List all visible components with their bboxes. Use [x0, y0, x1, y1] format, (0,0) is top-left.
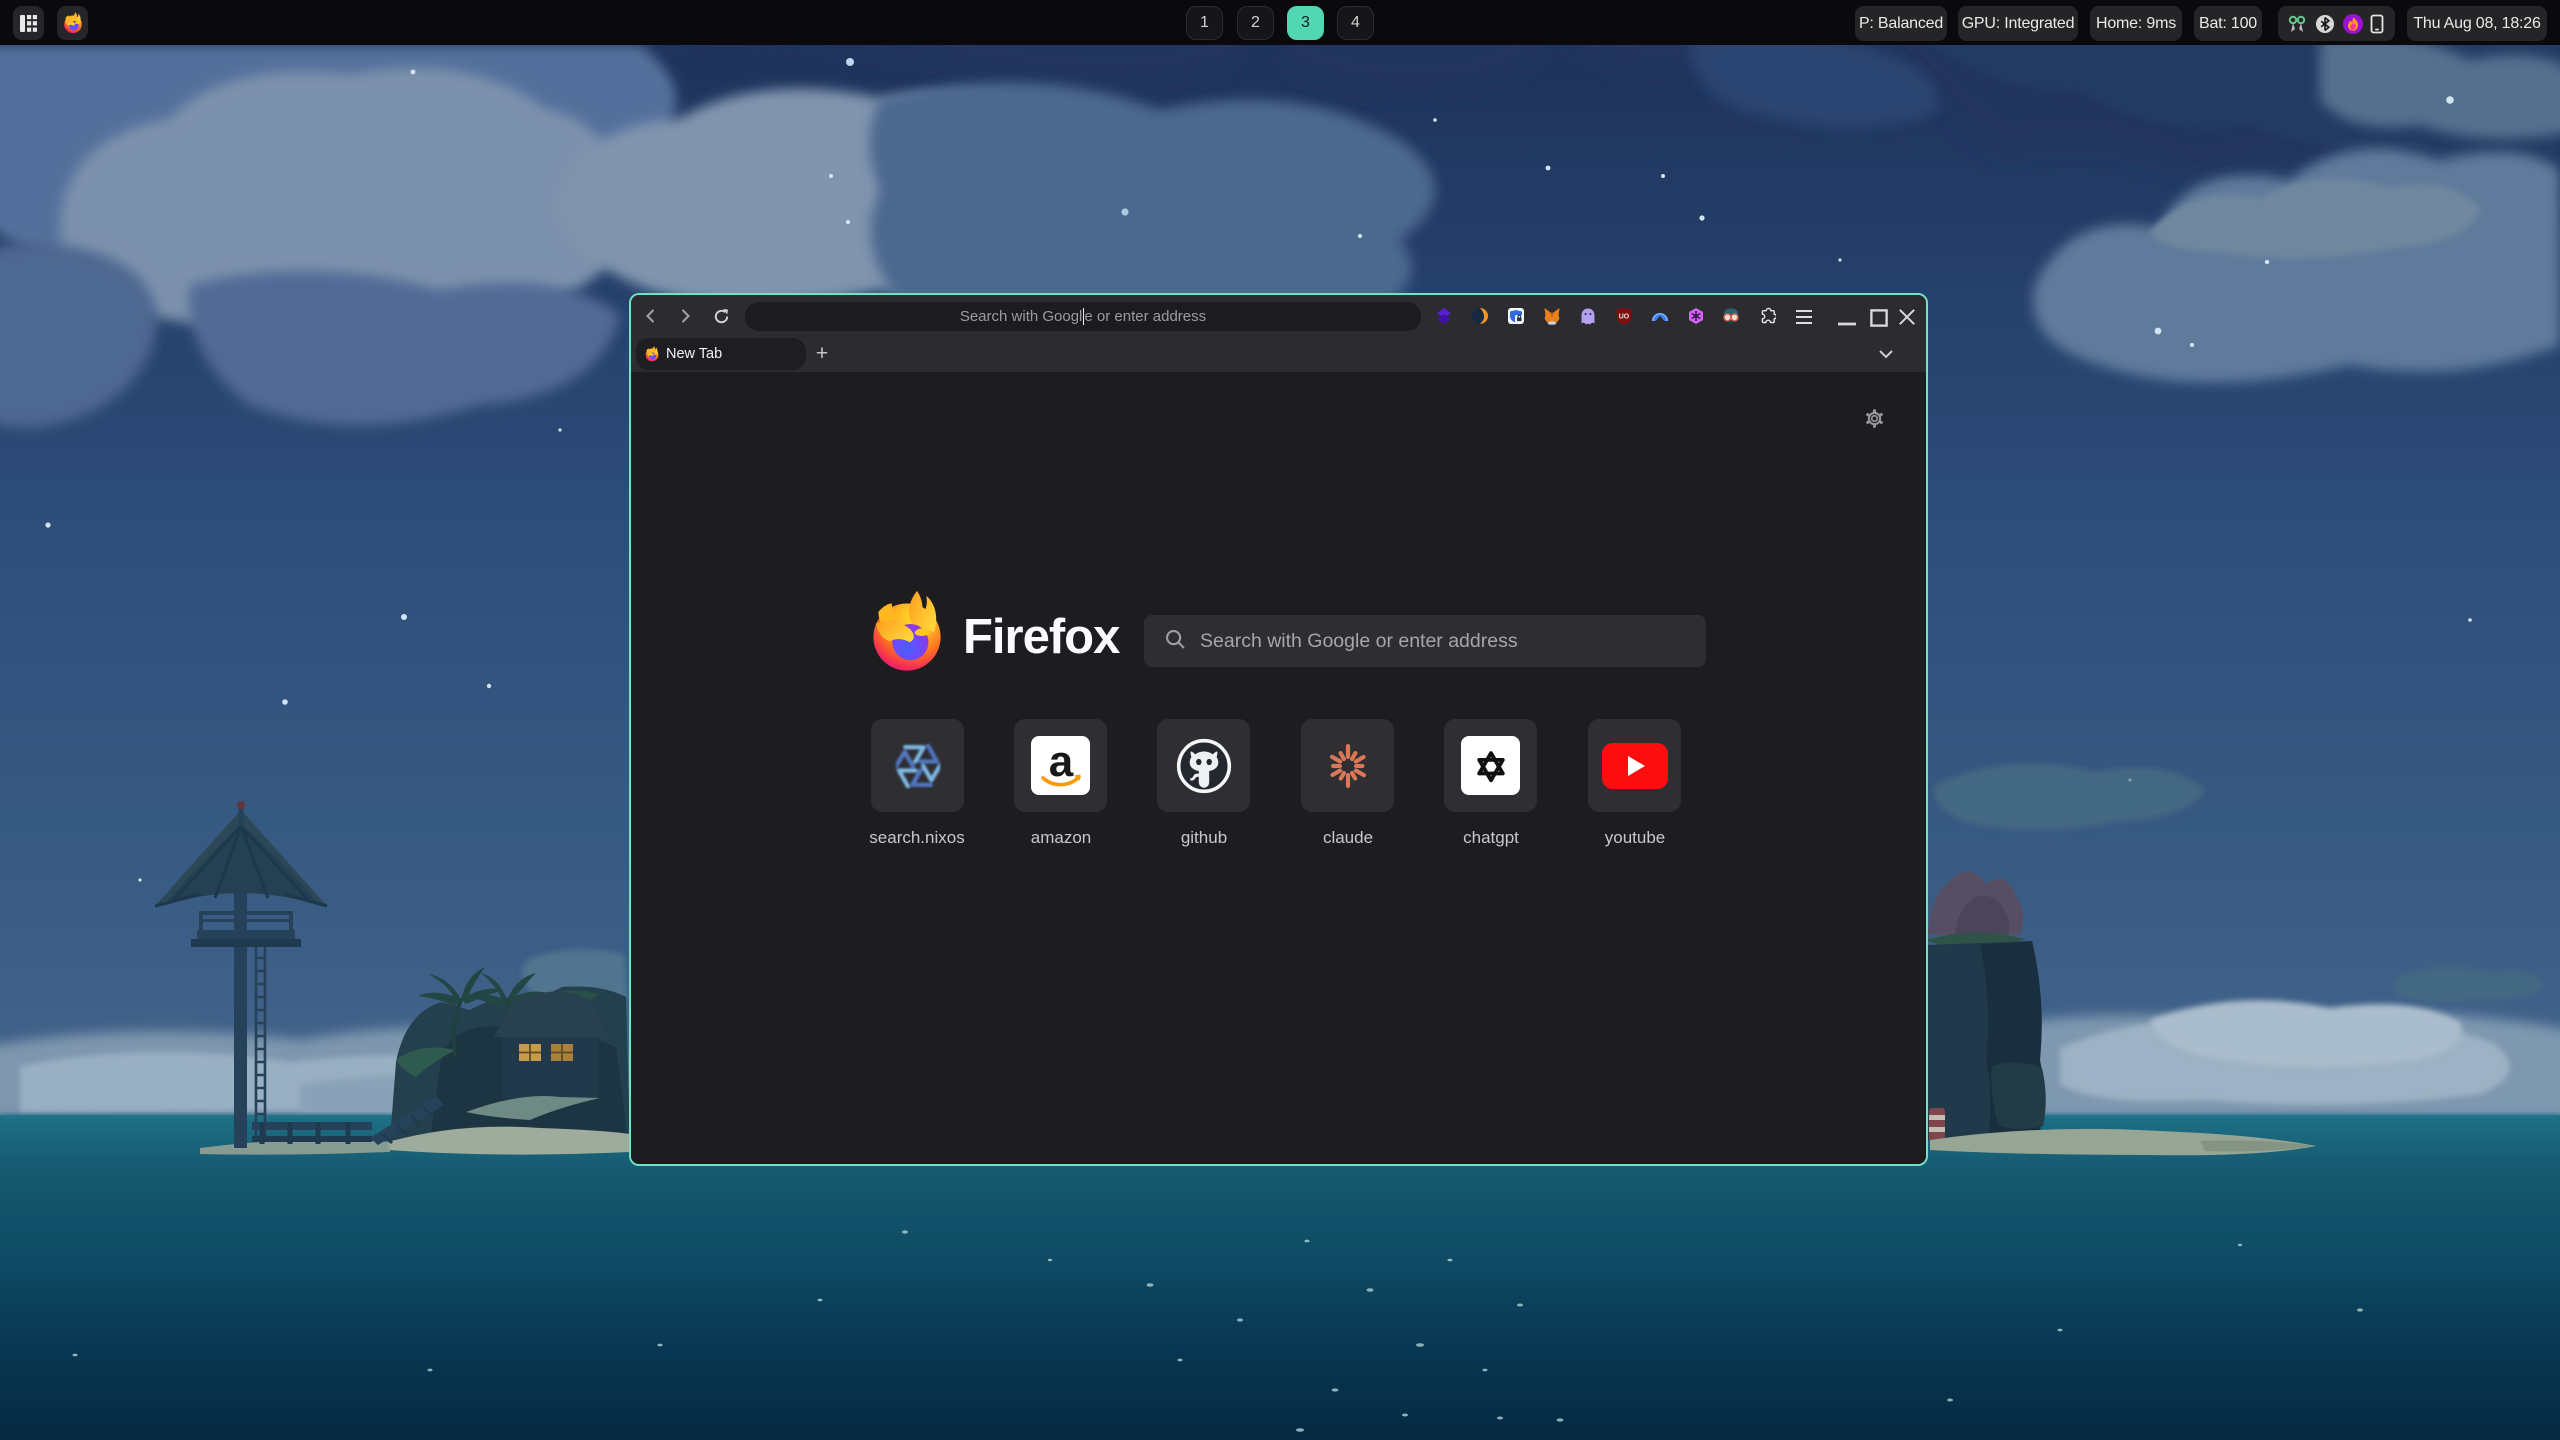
svg-text:a: a: [1048, 740, 1073, 786]
svg-text:UO: UO: [1619, 314, 1630, 321]
